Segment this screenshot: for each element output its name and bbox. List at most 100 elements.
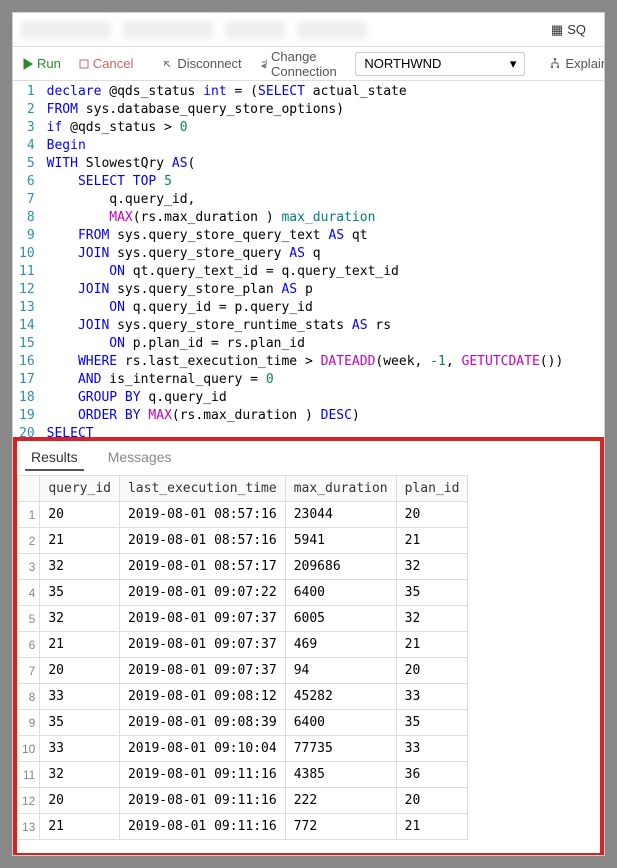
table-row[interactable]: 11322019-08-01 09:11:16438536 xyxy=(18,762,468,788)
table-cell[interactable]: 2019-08-01 09:11:16 xyxy=(119,762,285,788)
tab-blurred-1[interactable] xyxy=(21,21,111,39)
cancel-label: Cancel xyxy=(93,56,133,71)
table-cell[interactable]: 35 xyxy=(396,580,468,606)
tab-sql-active[interactable]: ▦ SQ xyxy=(541,16,596,44)
table-cell[interactable]: 2019-08-01 08:57:16 xyxy=(119,528,285,554)
table-cell[interactable]: 32 xyxy=(40,606,120,632)
table-cell[interactable]: 469 xyxy=(285,632,396,658)
change-connection-label: Change Connection xyxy=(271,49,341,79)
column-header[interactable]: query_id xyxy=(40,476,120,502)
table-cell[interactable]: 21 xyxy=(40,632,120,658)
column-header[interactable]: plan_id xyxy=(396,476,468,502)
results-grid[interactable]: query_idlast_execution_timemax_durationp… xyxy=(17,475,468,840)
table-cell[interactable]: 20 xyxy=(40,658,120,684)
table-cell[interactable]: 772 xyxy=(285,814,396,840)
table-cell[interactable]: 23044 xyxy=(285,502,396,528)
change-connection-button[interactable]: Change Connection xyxy=(256,47,346,81)
stop-icon xyxy=(79,59,89,69)
tab-blurred-4[interactable] xyxy=(297,21,367,39)
table-cell[interactable]: 2019-08-01 08:57:16 xyxy=(119,502,285,528)
table-cell[interactable]: 4385 xyxy=(285,762,396,788)
tab-messages[interactable]: Messages xyxy=(102,445,178,471)
table-cell[interactable]: 2019-08-01 09:07:37 xyxy=(119,658,285,684)
table-cell[interactable]: 209686 xyxy=(285,554,396,580)
table-cell[interactable]: 35 xyxy=(40,710,120,736)
table-cell[interactable]: 45282 xyxy=(285,684,396,710)
table-cell[interactable]: 94 xyxy=(285,658,396,684)
table-cell[interactable]: 6005 xyxy=(285,606,396,632)
tab-results[interactable]: Results xyxy=(25,445,84,471)
tab-blurred-3[interactable] xyxy=(225,21,285,39)
table-cell[interactable]: 21 xyxy=(40,814,120,840)
grid-icon: ▦ xyxy=(551,22,563,38)
table-row[interactable]: 10332019-08-01 09:10:047773533 xyxy=(18,736,468,762)
table-cell[interactable]: 32 xyxy=(396,554,468,580)
table-cell[interactable]: 35 xyxy=(40,580,120,606)
toolbar: Run Cancel Disconnect Change Connection … xyxy=(13,47,604,81)
table-cell[interactable]: 35 xyxy=(396,710,468,736)
table-cell[interactable]: 20 xyxy=(40,502,120,528)
table-cell[interactable]: 2019-08-01 09:10:04 xyxy=(119,736,285,762)
table-cell[interactable]: 36 xyxy=(396,762,468,788)
explain-label: Explain xyxy=(565,56,605,71)
code-editor[interactable]: 12345678910111213141516171819202122 decl… xyxy=(13,81,604,437)
table-cell[interactable]: 2019-08-01 09:08:39 xyxy=(119,710,285,736)
cancel-button[interactable]: Cancel xyxy=(75,54,137,73)
line-gutter: 12345678910111213141516171819202122 xyxy=(13,81,43,437)
table-row[interactable]: 7202019-08-01 09:07:379420 xyxy=(18,658,468,684)
table-cell[interactable]: 20 xyxy=(396,788,468,814)
run-label: Run xyxy=(37,56,61,71)
table-row[interactable]: 1202019-08-01 08:57:162304420 xyxy=(18,502,468,528)
connection-select[interactable]: NORTHWND ▾ xyxy=(355,52,525,76)
table-row[interactable]: 5322019-08-01 09:07:37600532 xyxy=(18,606,468,632)
column-header[interactable]: last_execution_time xyxy=(119,476,285,502)
table-cell[interactable]: 2019-08-01 09:07:37 xyxy=(119,632,285,658)
table-row[interactable]: 9352019-08-01 09:08:39640035 xyxy=(18,710,468,736)
table-cell[interactable]: 32 xyxy=(40,762,120,788)
table-row[interactable]: 3322019-08-01 08:57:1720968632 xyxy=(18,554,468,580)
table-cell[interactable]: 20 xyxy=(396,502,468,528)
table-row[interactable]: 12202019-08-01 09:11:1622220 xyxy=(18,788,468,814)
change-connection-icon xyxy=(260,58,267,70)
table-cell[interactable]: 21 xyxy=(396,814,468,840)
disconnect-label: Disconnect xyxy=(177,56,241,71)
table-cell[interactable]: 2019-08-01 09:08:12 xyxy=(119,684,285,710)
table-row[interactable]: 8332019-08-01 09:08:124528233 xyxy=(18,684,468,710)
run-button[interactable]: Run xyxy=(19,54,65,73)
editor-tabs: ▦ SQ xyxy=(13,13,604,47)
table-cell[interactable]: 2019-08-01 09:07:22 xyxy=(119,580,285,606)
table-cell[interactable]: 2019-08-01 09:11:16 xyxy=(119,814,285,840)
table-cell[interactable]: 32 xyxy=(396,606,468,632)
table-cell[interactable]: 222 xyxy=(285,788,396,814)
column-header[interactable]: max_duration xyxy=(285,476,396,502)
table-row[interactable]: 6212019-08-01 09:07:3746921 xyxy=(18,632,468,658)
table-cell[interactable]: 2019-08-01 09:11:16 xyxy=(119,788,285,814)
table-cell[interactable]: 21 xyxy=(396,528,468,554)
table-cell[interactable]: 2019-08-01 09:07:37 xyxy=(119,606,285,632)
disconnect-icon xyxy=(161,58,173,70)
disconnect-button[interactable]: Disconnect xyxy=(157,54,245,73)
table-cell[interactable]: 6400 xyxy=(285,580,396,606)
table-row[interactable]: 4352019-08-01 09:07:22640035 xyxy=(18,580,468,606)
connection-name: NORTHWND xyxy=(364,56,441,71)
tab-blurred-2[interactable] xyxy=(123,21,213,39)
table-cell[interactable]: 5941 xyxy=(285,528,396,554)
table-cell[interactable]: 33 xyxy=(40,736,120,762)
results-tabs: Results Messages xyxy=(17,441,600,471)
table-cell[interactable]: 20 xyxy=(40,788,120,814)
table-cell[interactable]: 6400 xyxy=(285,710,396,736)
table-cell[interactable]: 33 xyxy=(396,684,468,710)
explain-button[interactable]: Explain xyxy=(545,54,605,73)
table-cell[interactable]: 2019-08-01 08:57:17 xyxy=(119,554,285,580)
table-cell[interactable]: 21 xyxy=(396,632,468,658)
table-cell[interactable]: 32 xyxy=(40,554,120,580)
explain-icon xyxy=(549,58,561,70)
table-cell[interactable]: 77735 xyxy=(285,736,396,762)
code-area[interactable]: declare @qds_status int = (SELECT actual… xyxy=(43,81,604,437)
table-row[interactable]: 13212019-08-01 09:11:1677221 xyxy=(18,814,468,840)
table-cell[interactable]: 33 xyxy=(396,736,468,762)
table-row[interactable]: 2212019-08-01 08:57:16594121 xyxy=(18,528,468,554)
table-cell[interactable]: 20 xyxy=(396,658,468,684)
table-cell[interactable]: 21 xyxy=(40,528,120,554)
table-cell[interactable]: 33 xyxy=(40,684,120,710)
